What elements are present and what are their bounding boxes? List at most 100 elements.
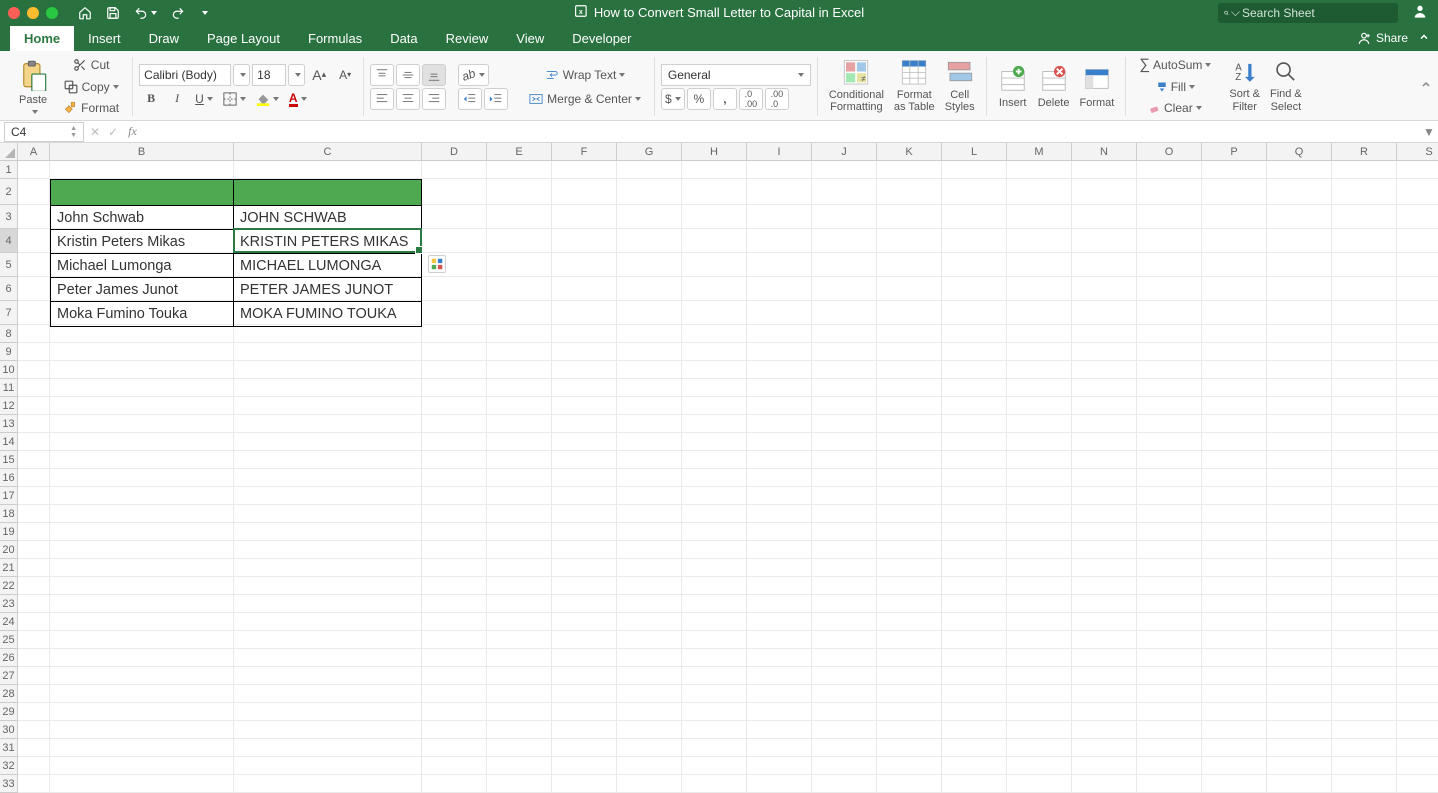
- cell-N7[interactable]: [1072, 301, 1137, 325]
- cell-C9[interactable]: [234, 343, 422, 361]
- cell-Q1[interactable]: [1267, 161, 1332, 179]
- cell-G14[interactable]: [617, 433, 682, 451]
- cell-Q32[interactable]: [1267, 757, 1332, 775]
- cell-B7[interactable]: Moka Fumino Touka: [51, 302, 234, 326]
- cell-H27[interactable]: [682, 667, 747, 685]
- cell-K3[interactable]: [877, 205, 942, 229]
- cell-I28[interactable]: [747, 685, 812, 703]
- cell-J25[interactable]: [812, 631, 877, 649]
- cell-I29[interactable]: [747, 703, 812, 721]
- row-header-1[interactable]: 1: [0, 161, 18, 179]
- cell-C7[interactable]: MOKA FUMINO TOUKA: [234, 302, 421, 326]
- cell-R6[interactable]: [1332, 277, 1397, 301]
- cell-R18[interactable]: [1332, 505, 1397, 523]
- cell-F31[interactable]: [552, 739, 617, 757]
- cell-H23[interactable]: [682, 595, 747, 613]
- cell-M31[interactable]: [1007, 739, 1072, 757]
- row-header-30[interactable]: 30: [0, 721, 18, 739]
- cell-N28[interactable]: [1072, 685, 1137, 703]
- cell-F25[interactable]: [552, 631, 617, 649]
- cell-Q31[interactable]: [1267, 739, 1332, 757]
- cell-R24[interactable]: [1332, 613, 1397, 631]
- cell-F17[interactable]: [552, 487, 617, 505]
- cell-G17[interactable]: [617, 487, 682, 505]
- cell-O26[interactable]: [1137, 649, 1202, 667]
- cell-A16[interactable]: [18, 469, 50, 487]
- cell-P22[interactable]: [1202, 577, 1267, 595]
- cell-D17[interactable]: [422, 487, 487, 505]
- tab-insert[interactable]: Insert: [74, 26, 135, 51]
- cell-D16[interactable]: [422, 469, 487, 487]
- cell-S24[interactable]: [1397, 613, 1438, 631]
- cell-E4[interactable]: [487, 229, 552, 253]
- cell-E32[interactable]: [487, 757, 552, 775]
- cell-B28[interactable]: [50, 685, 234, 703]
- cell-O23[interactable]: [1137, 595, 1202, 613]
- cell-J19[interactable]: [812, 523, 877, 541]
- cell-K25[interactable]: [877, 631, 942, 649]
- cell-I32[interactable]: [747, 757, 812, 775]
- row-header-18[interactable]: 18: [0, 505, 18, 523]
- cell-R3[interactable]: [1332, 205, 1397, 229]
- cell-F7[interactable]: [552, 301, 617, 325]
- cell-J17[interactable]: [812, 487, 877, 505]
- cell-Q28[interactable]: [1267, 685, 1332, 703]
- format-cells-button[interactable]: Format: [1074, 55, 1119, 118]
- cell-C24[interactable]: [234, 613, 422, 631]
- cell-C29[interactable]: [234, 703, 422, 721]
- cell-D19[interactable]: [422, 523, 487, 541]
- cell-G20[interactable]: [617, 541, 682, 559]
- comma-button[interactable]: ,: [713, 88, 737, 110]
- redo-button[interactable]: [171, 6, 185, 20]
- cell-S21[interactable]: [1397, 559, 1438, 577]
- cell-D15[interactable]: [422, 451, 487, 469]
- cell-E10[interactable]: [487, 361, 552, 379]
- cell-R4[interactable]: [1332, 229, 1397, 253]
- cell-E27[interactable]: [487, 667, 552, 685]
- cell-B5[interactable]: Michael Lumonga: [51, 254, 234, 278]
- cell-F27[interactable]: [552, 667, 617, 685]
- cell-G21[interactable]: [617, 559, 682, 577]
- cell-N18[interactable]: [1072, 505, 1137, 523]
- cell-L17[interactable]: [942, 487, 1007, 505]
- cell-J12[interactable]: [812, 397, 877, 415]
- cell-C11[interactable]: [234, 379, 422, 397]
- cell-M27[interactable]: [1007, 667, 1072, 685]
- cell-F16[interactable]: [552, 469, 617, 487]
- cell-I7[interactable]: [747, 301, 812, 325]
- cell-I4[interactable]: [747, 229, 812, 253]
- find-select-button[interactable]: Find & Select: [1265, 55, 1307, 118]
- cell-I18[interactable]: [747, 505, 812, 523]
- cell-M32[interactable]: [1007, 757, 1072, 775]
- cell-N11[interactable]: [1072, 379, 1137, 397]
- cell-F21[interactable]: [552, 559, 617, 577]
- cell-I24[interactable]: [747, 613, 812, 631]
- cell-A25[interactable]: [18, 631, 50, 649]
- cell-J14[interactable]: [812, 433, 877, 451]
- cell-K16[interactable]: [877, 469, 942, 487]
- increase-indent-button[interactable]: [484, 88, 508, 110]
- cell-E31[interactable]: [487, 739, 552, 757]
- cell-J3[interactable]: [812, 205, 877, 229]
- cell-S25[interactable]: [1397, 631, 1438, 649]
- col-header-M[interactable]: M: [1007, 143, 1072, 161]
- cell-C28[interactable]: [234, 685, 422, 703]
- cell-J18[interactable]: [812, 505, 877, 523]
- cell-E18[interactable]: [487, 505, 552, 523]
- col-header-N[interactable]: N: [1072, 143, 1137, 161]
- cell-C26[interactable]: [234, 649, 422, 667]
- cell-P23[interactable]: [1202, 595, 1267, 613]
- cell-S8[interactable]: [1397, 325, 1438, 343]
- cell-C16[interactable]: [234, 469, 422, 487]
- conditional-formatting-button[interactable]: ≠ Conditional Formatting: [824, 55, 889, 118]
- cell-G3[interactable]: [617, 205, 682, 229]
- cell-M1[interactable]: [1007, 161, 1072, 179]
- cell-D11[interactable]: [422, 379, 487, 397]
- cell-A20[interactable]: [18, 541, 50, 559]
- cell-M15[interactable]: [1007, 451, 1072, 469]
- cell-S19[interactable]: [1397, 523, 1438, 541]
- col-header-B[interactable]: B: [50, 143, 234, 161]
- cell-G30[interactable]: [617, 721, 682, 739]
- home-icon[interactable]: [78, 6, 92, 20]
- tab-home[interactable]: Home: [10, 26, 74, 51]
